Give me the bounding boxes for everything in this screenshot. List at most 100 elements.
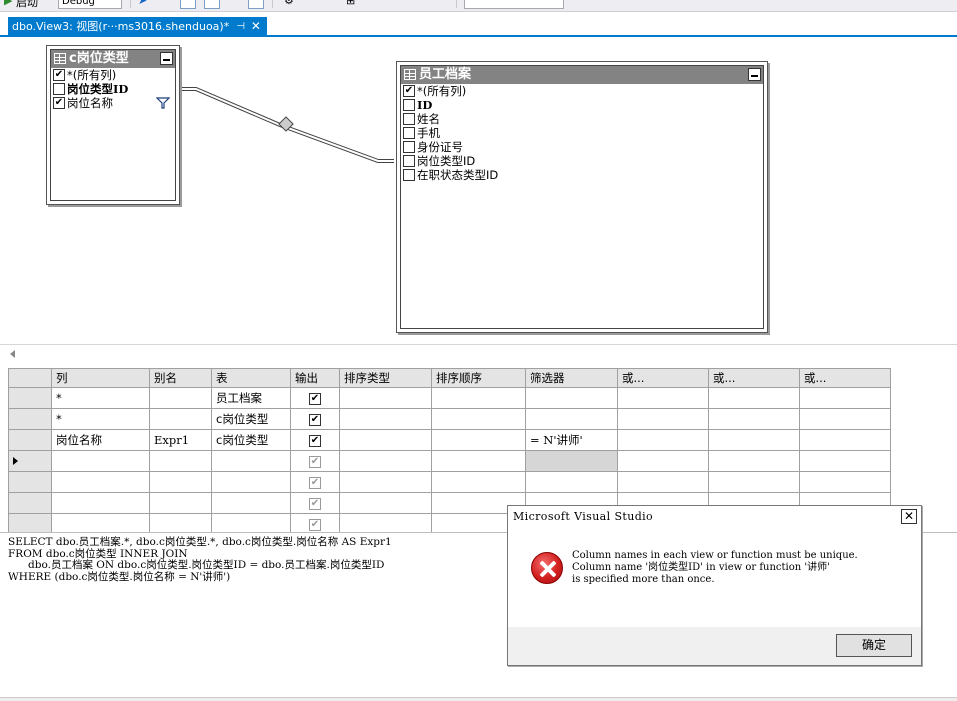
- cell-or[interactable]: [617, 408, 709, 430]
- cell-or[interactable]: [617, 429, 709, 451]
- cell-alias[interactable]: [149, 471, 212, 493]
- cell-filter[interactable]: [525, 408, 618, 430]
- column-checkbox[interactable]: [403, 127, 415, 139]
- cell-or[interactable]: [617, 450, 709, 472]
- cell-sort-type[interactable]: [339, 408, 432, 430]
- cell-sort-type[interactable]: [339, 387, 432, 409]
- row-header[interactable]: [8, 387, 52, 409]
- grid-header[interactable]: 排序顺序: [431, 368, 526, 388]
- cell-column[interactable]: [51, 471, 150, 493]
- cell-or[interactable]: [708, 450, 800, 472]
- table-c岗位类型[interactable]: c岗位类型 ✔ *(所有列) 岗位类型ID ✔ 岗位名称: [46, 45, 180, 205]
- cell-table[interactable]: [211, 471, 291, 493]
- grid-header[interactable]: 表: [211, 368, 291, 388]
- cell-column[interactable]: 岗位名称: [51, 429, 150, 451]
- grid-header[interactable]: 或...: [617, 368, 709, 388]
- cell-output[interactable]: ✔: [290, 387, 340, 409]
- column-row[interactable]: 身份证号: [401, 140, 763, 154]
- document-tab[interactable]: dbo.View3: 视图(r···ms3016.shenduoa)* ⊣ ✕: [8, 17, 267, 36]
- cell-or[interactable]: [799, 429, 891, 451]
- output-checkbox[interactable]: ✔: [309, 518, 321, 531]
- table-row[interactable]: * c岗位类型 ✔: [8, 408, 891, 430]
- column-row[interactable]: 岗位类型ID: [51, 82, 175, 96]
- cell-table[interactable]: [211, 450, 291, 472]
- cell-sort-type[interactable]: [339, 429, 432, 451]
- cell-sort-type[interactable]: [339, 450, 432, 472]
- start-icon[interactable]: ▶: [4, 0, 12, 10]
- execute-sql-icon[interactable]: ⚙: [284, 0, 294, 10]
- cell-sort-type[interactable]: [339, 471, 432, 493]
- cell-or[interactable]: [799, 408, 891, 430]
- cell-or[interactable]: [708, 471, 800, 493]
- scroll-left-icon[interactable]: [10, 350, 15, 358]
- diagram-pane[interactable]: c岗位类型 ✔ *(所有列) 岗位类型ID ✔ 岗位名称 员工档案 ✔ *(所有…: [0, 37, 957, 344]
- column-row[interactable]: 岗位类型ID: [401, 154, 763, 168]
- column-row[interactable]: 姓名: [401, 112, 763, 126]
- cell-output[interactable]: ✔: [290, 492, 340, 514]
- cell-sort-order[interactable]: [431, 450, 526, 472]
- column-checkbox[interactable]: ✔: [403, 85, 415, 97]
- cell-or[interactable]: [799, 471, 891, 493]
- add-table-icon[interactable]: ⊞: [346, 0, 355, 10]
- table-title[interactable]: c岗位类型: [51, 50, 175, 68]
- cell-or[interactable]: [799, 450, 891, 472]
- start-button[interactable]: 启动: [16, 0, 38, 10]
- column-checkbox[interactable]: [403, 155, 415, 167]
- dialog-close-icon[interactable]: ✕: [901, 509, 917, 524]
- cell-table[interactable]: 员工档案: [211, 387, 291, 409]
- table-员工档案[interactable]: 员工档案 ✔ *(所有列) ID 姓名 手机 身份证号 岗位类型ID 在职状态类…: [396, 61, 768, 333]
- output-checkbox[interactable]: ✔: [309, 434, 321, 447]
- column-checkbox[interactable]: [403, 113, 415, 125]
- grid-header[interactable]: 列: [51, 368, 150, 388]
- ok-button[interactable]: 确定: [836, 634, 912, 657]
- cell-alias[interactable]: [149, 492, 212, 514]
- diagram-scrollbar[interactable]: [0, 344, 957, 366]
- output-checkbox[interactable]: ✔: [309, 476, 321, 489]
- cell-sort-type[interactable]: [339, 492, 432, 514]
- column-checkbox[interactable]: [403, 169, 415, 181]
- table-row[interactable]: ✔: [8, 471, 891, 493]
- cell-filter[interactable]: [525, 387, 618, 409]
- current-row-header[interactable]: [8, 450, 52, 472]
- minimize-icon[interactable]: [160, 52, 173, 65]
- cell-output[interactable]: ✔: [290, 471, 340, 493]
- grid-header[interactable]: 排序类型: [339, 368, 432, 388]
- cell-alias[interactable]: [149, 450, 212, 472]
- cell-column[interactable]: [51, 492, 150, 514]
- cell-filter[interactable]: [525, 471, 618, 493]
- grid-header[interactable]: 或...: [799, 368, 891, 388]
- grid-header[interactable]: 输出: [290, 368, 340, 388]
- run-icon[interactable]: ➤: [138, 0, 147, 10]
- cell-column[interactable]: [51, 450, 150, 472]
- cell-alias[interactable]: [149, 387, 212, 409]
- row-header[interactable]: [8, 492, 52, 514]
- row-header[interactable]: [8, 408, 52, 430]
- config-combo[interactable]: Debug: [58, 0, 122, 9]
- cell-alias[interactable]: Expr1: [149, 429, 212, 451]
- table-row[interactable]: ✔: [8, 450, 891, 472]
- column-checkbox[interactable]: [53, 83, 65, 95]
- cell-table[interactable]: [211, 492, 291, 514]
- column-row[interactable]: ✔ *(所有列): [51, 68, 175, 82]
- cell-table[interactable]: c岗位类型: [211, 429, 291, 451]
- cell-alias[interactable]: [149, 408, 212, 430]
- diagram-pane-button[interactable]: [180, 0, 196, 9]
- column-checkbox[interactable]: [403, 141, 415, 153]
- grid-header[interactable]: 筛选器: [525, 368, 618, 388]
- column-checkbox[interactable]: [403, 99, 415, 111]
- cell-or[interactable]: [617, 387, 709, 409]
- grid-header[interactable]: 别名: [149, 368, 212, 388]
- cell-sort-order[interactable]: [431, 471, 526, 493]
- column-checkbox[interactable]: ✔: [53, 97, 65, 109]
- column-row[interactable]: ID: [401, 98, 763, 112]
- row-header[interactable]: [8, 471, 52, 493]
- table-row[interactable]: * 员工档案 ✔: [8, 387, 891, 409]
- close-tab-icon[interactable]: ✕: [251, 17, 261, 36]
- column-row[interactable]: 在职状态类型ID: [401, 168, 763, 182]
- table-title[interactable]: 员工档案: [401, 66, 763, 84]
- cell-output[interactable]: ✔: [290, 408, 340, 430]
- cell-sort-order[interactable]: [431, 387, 526, 409]
- dialog-title[interactable]: Microsoft Visual Studio: [508, 506, 921, 528]
- output-checkbox[interactable]: ✔: [309, 497, 321, 510]
- table-row[interactable]: 岗位名称 Expr1 c岗位类型 ✔ = N'讲师': [8, 429, 891, 451]
